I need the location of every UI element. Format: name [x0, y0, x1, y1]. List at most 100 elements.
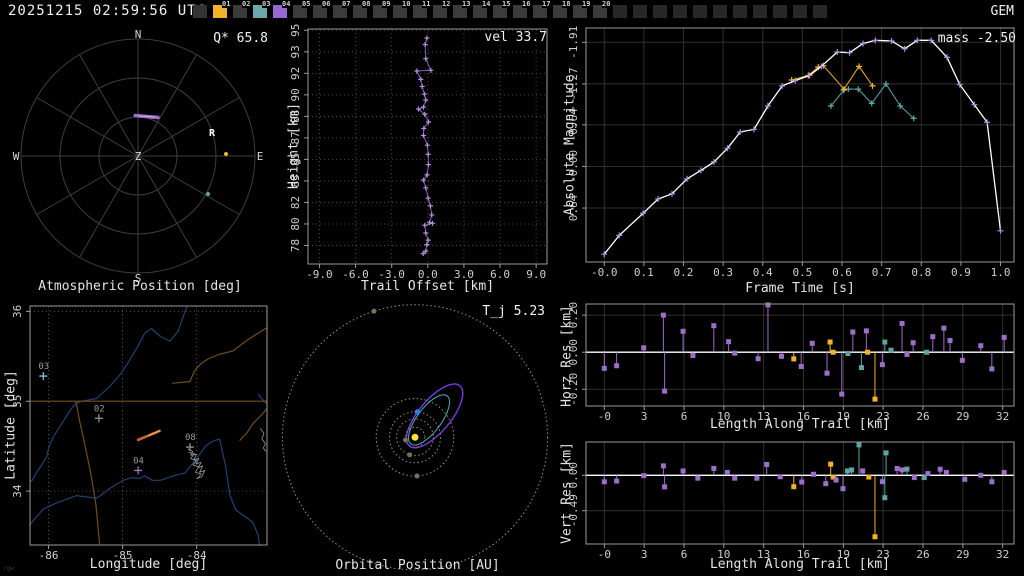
y-tick-label: 90: [289, 88, 302, 101]
trail-offset-axis-label: Trail Offset [km]: [360, 279, 495, 294]
residual-marker: [883, 450, 889, 456]
orbital-position-panel: T_j 5.23 Orbital Position [AU]: [280, 296, 555, 576]
ground-map-plot: 03020408-86 -85 -84363534: [11, 305, 268, 562]
ground-track-bright-end: [148, 430, 161, 437]
map-station-cross: [134, 466, 143, 475]
station-indicator-label: 14: [482, 0, 491, 8]
station-indicator-slot-25[interactable]: [693, 5, 707, 18]
residual-marker: [810, 471, 816, 477]
station-indicator-label: 05: [302, 0, 311, 8]
residual-marker: [778, 353, 784, 359]
residual-marker: [978, 343, 984, 349]
x-tick-label: -0.0: [591, 266, 618, 279]
residual-marker: [777, 474, 783, 480]
residual-marker: [641, 473, 647, 479]
residual-marker: [925, 471, 931, 477]
station-indicator-label: 13: [462, 0, 471, 8]
x-tick-label: 0.2: [674, 266, 694, 279]
residual-marker: [863, 328, 869, 334]
residual-marker: [989, 366, 995, 372]
grid: [586, 304, 1014, 406]
residual-marker: [962, 476, 968, 482]
residual-marker: [809, 340, 815, 346]
x-tick-label: 1.0: [991, 266, 1011, 279]
lake-outline: [259, 427, 267, 452]
trail-offset-marker: [425, 195, 431, 201]
planet-dot: [414, 473, 420, 479]
velocity-value: vel 33.7: [484, 30, 547, 45]
residual-marker: [839, 391, 845, 397]
tisserand-value: T_j 5.23: [482, 304, 545, 319]
map-station-label: 03: [38, 362, 49, 372]
q-star-value: Q* 65.8: [213, 31, 268, 46]
station-indicator-label: 15: [502, 0, 511, 8]
length-along-trail-axis-label: Length Along Trail [km]: [709, 557, 890, 572]
vert-res-axis-label: Vert Res [km]: [559, 442, 575, 544]
atmospheric-position-panel: RNESWZ Q* 65.8 Atmospheric Position [deg…: [0, 24, 280, 296]
residual-marker: [904, 351, 910, 357]
river-line: [219, 438, 261, 546]
station-indicator-slot-30[interactable]: [793, 5, 807, 18]
residual-marker: [1001, 469, 1007, 475]
station-indicator-slot-26[interactable]: [713, 5, 727, 18]
residual-marker: [937, 466, 943, 472]
station-indicator-label: 17: [542, 0, 551, 8]
residual-marker: [828, 461, 834, 467]
station-indicator-label: 16: [522, 0, 531, 8]
x-tick-label: 0.8: [911, 266, 931, 279]
light-curve-marker-combined: [997, 227, 1004, 234]
residual-marker: [660, 312, 666, 318]
residual-marker: [641, 345, 647, 351]
state-border-line: [172, 327, 268, 384]
station-indicator-slot-21[interactable]: [613, 5, 627, 18]
light-curve-marker-combined: [888, 38, 895, 44]
residual-marker: [845, 351, 851, 357]
cardinal-label: N: [135, 28, 142, 41]
station-indicator-slot-22[interactable]: [633, 5, 647, 18]
station-indicator-slot-23[interactable]: [653, 5, 667, 18]
station-indicator-slot-27[interactable]: [733, 5, 747, 18]
residual-marker: [833, 477, 839, 483]
x-tick-label: 0.4: [753, 266, 773, 279]
residual-marker: [904, 466, 910, 472]
residual-marker: [614, 478, 620, 484]
residual-marker: [947, 338, 953, 344]
residual-marker: [791, 356, 797, 362]
trail-offset-marker: [423, 230, 429, 236]
plot-frame: [585, 303, 1015, 407]
residual-marker: [866, 474, 872, 480]
river-line: [257, 393, 268, 405]
station-indicator-label: 06: [322, 0, 331, 8]
plot-frame: [585, 441, 1015, 545]
residual-marker: [660, 463, 666, 469]
frame-time-axis-label: Frame Time [s]: [745, 281, 855, 296]
x-tick-label: 0.5: [792, 266, 812, 279]
station-indicator-slot-24[interactable]: [673, 5, 687, 18]
station-pointing-dot: [223, 152, 228, 157]
station-indicator-slot-31[interactable]: [813, 5, 827, 18]
station-indicator-slot-0[interactable]: [193, 5, 207, 18]
y-tick-label: 92: [289, 67, 302, 80]
vertical-residuals-panel: -0 3 6 10 13 16 19 23 26 29 32 0.00 -0.49 Vert Res […: [555, 436, 1024, 576]
meteoroid-orbit-ellipse: [405, 383, 464, 449]
station-indicator-slot-28[interactable]: [753, 5, 767, 18]
station-indicator-label: 09: [382, 0, 391, 8]
residual-marker: [959, 357, 965, 363]
y-tick-label: 78: [289, 239, 302, 252]
residual-marker: [882, 339, 888, 345]
trail-offset-marker: [425, 151, 431, 157]
residual-marker: [894, 465, 900, 471]
trail-offset-marker: [423, 56, 429, 62]
light-curve-marker-station-01: [856, 63, 863, 70]
watermark: rgw: [3, 565, 14, 572]
residual-marker: [879, 362, 885, 368]
longitude-axis-label: Longitude [deg]: [89, 557, 208, 572]
x-tick-label: 0.7: [872, 266, 892, 279]
planet-dot: [407, 452, 413, 458]
residual-marker: [865, 349, 871, 355]
station-indicator-slot-29[interactable]: [773, 5, 787, 18]
trail-offset-marker: [428, 67, 434, 73]
residual-marker: [690, 353, 696, 359]
residual-marker: [732, 475, 738, 481]
trail-offset-marker: [426, 162, 432, 168]
